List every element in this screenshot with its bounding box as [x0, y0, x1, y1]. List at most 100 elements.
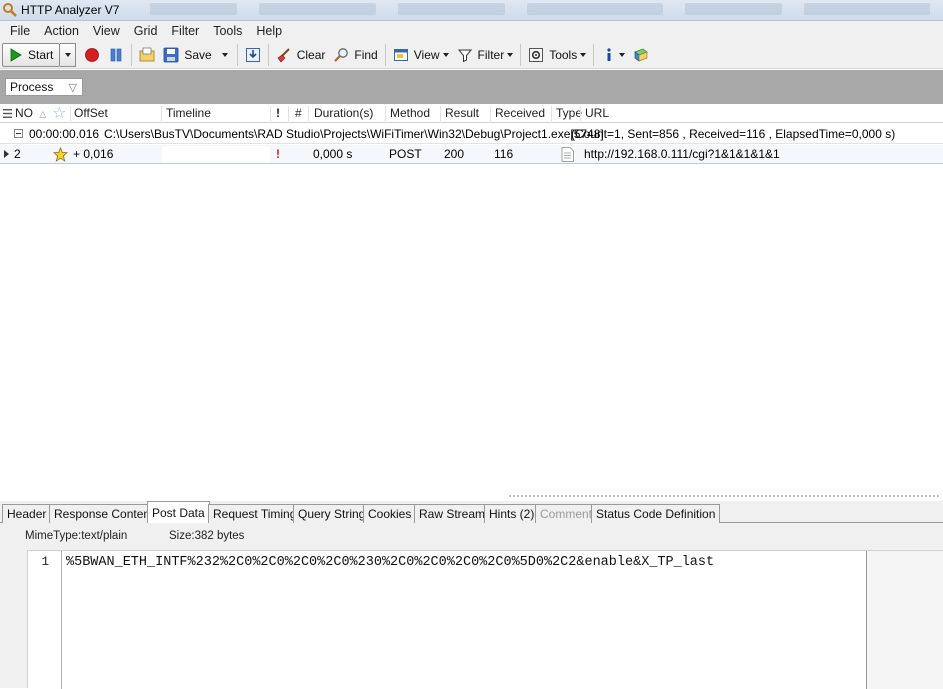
tab-query-string[interactable]: Query String	[293, 504, 371, 523]
chevron-down-icon	[580, 52, 587, 57]
column-divider	[440, 106, 441, 121]
view-layout-icon	[393, 48, 408, 61]
panel-splitter-handle[interactable]	[508, 494, 940, 498]
tab-post-data[interactable]: Post Data	[147, 501, 210, 524]
tab-request-timing[interactable]: Request Timing	[208, 504, 302, 523]
tab-status-code-definition[interactable]: Status Code Definition	[591, 504, 721, 523]
menu-bar: File Action View Grid Filter Tools Help	[0, 21, 943, 41]
column-header-number[interactable]: #	[295, 104, 302, 123]
process-filter-label: Process	[10, 80, 54, 94]
menu-file[interactable]: File	[3, 21, 37, 41]
cell-duration: 0,000 s	[313, 147, 353, 161]
save-button[interactable]: Save	[159, 43, 215, 67]
start-dropdown-button[interactable]	[60, 42, 77, 67]
start-button[interactable]: Start	[2, 42, 61, 67]
clear-button[interactable]: Clear	[272, 43, 330, 67]
chevron-down-icon	[442, 52, 449, 57]
info-button[interactable]	[597, 43, 629, 67]
column-header-duration[interactable]: Duration(s)	[314, 104, 373, 123]
column-header-no[interactable]: NO △	[15, 104, 46, 123]
pause-button[interactable]	[104, 43, 128, 67]
column-header-no-label: NO	[15, 106, 33, 120]
menu-action[interactable]: Action	[37, 21, 86, 41]
save-dropdown-button[interactable]	[216, 43, 234, 67]
post-data-editor[interactable]: 1 %5BWAN_ETH_INTF%232%2C0%2C0%2C0%2C0%23…	[27, 550, 943, 689]
process-filter-field[interactable]: Process ▽	[5, 78, 83, 96]
session-grid-header: NO △ ☆ OffSet Timeline ! # Duration(s) M…	[0, 104, 943, 123]
column-divider	[490, 106, 491, 121]
column-chooser-icon[interactable]	[3, 109, 12, 118]
cell-offset: + 0,016	[73, 147, 114, 161]
funnel-icon	[457, 49, 472, 62]
column-header-url[interactable]: URL	[585, 104, 609, 123]
record-button[interactable]	[80, 43, 104, 67]
post-data-content[interactable]: %5BWAN_ETH_INTF%232%2C0%2C0%2C0%2C0%230%…	[66, 555, 714, 570]
column-header-flag[interactable]: !	[276, 104, 280, 123]
record-icon	[85, 47, 100, 62]
chevron-down-icon	[64, 52, 71, 57]
toolbar-separator	[267, 43, 269, 66]
menu-tools[interactable]: Tools	[206, 21, 249, 41]
broom-icon	[277, 47, 290, 62]
export-button[interactable]	[241, 43, 265, 67]
size-label: Size:382 bytes	[169, 530, 245, 542]
group-process-path: C:\Users\BusTV\Documents\RAD Studio\Proj…	[104, 127, 604, 141]
tab-raw-stream[interactable]: Raw Stream	[414, 504, 491, 523]
tab-response-content[interactable]: Response Content	[49, 504, 159, 523]
filter-label: Filter	[477, 47, 505, 62]
group-stats: (Count=1, Sent=856 , Received=116 , Elap…	[571, 127, 896, 141]
title-bar: HTTP Analyzer V7	[0, 0, 943, 21]
column-header-timeline[interactable]: Timeline	[166, 104, 211, 123]
menu-help[interactable]: Help	[249, 21, 289, 41]
toolbar: Start Save Clear Find View Filter Tools	[0, 41, 943, 69]
toolbar-separator	[520, 43, 522, 66]
toolbar-separator	[131, 43, 133, 66]
column-header-result[interactable]: Result	[445, 104, 479, 123]
save-label: Save	[184, 47, 212, 62]
table-row[interactable]: 2 + 0,016 ! 0,000 s POST 200 116 http://…	[0, 145, 943, 164]
column-divider	[70, 106, 71, 121]
play-icon	[10, 47, 22, 62]
book-icon	[634, 48, 648, 62]
window-title: HTTP Analyzer V7	[21, 3, 120, 17]
group-time: 00:00:00.016	[29, 127, 100, 141]
cell-url: http://192.168.0.111/cgi?1&1&1&1&1	[584, 147, 780, 161]
editor-edge-line	[866, 551, 867, 689]
column-header-received[interactable]: Received	[495, 104, 545, 123]
editor-right-margin	[867, 551, 943, 689]
tools-label: Tools	[549, 47, 578, 62]
tab-header[interactable]: Header	[2, 504, 52, 523]
clear-label: Clear	[296, 47, 326, 62]
process-group-row[interactable]: 00:00:00.016 C:\Users\BusTV\Documents\RA…	[0, 124, 943, 144]
cell-received: 116	[494, 147, 514, 161]
start-label: Start	[28, 47, 54, 62]
menu-grid[interactable]: Grid	[127, 21, 165, 41]
column-header-method[interactable]: Method	[390, 104, 430, 123]
column-divider	[308, 106, 309, 121]
column-divider	[288, 106, 289, 121]
column-divider	[385, 106, 386, 121]
column-header-offset[interactable]: OffSet	[74, 104, 108, 123]
cell-no: 2	[14, 147, 21, 161]
star-icon[interactable]	[53, 147, 68, 162]
tools-menu-button[interactable]: Tools	[524, 43, 590, 67]
chevron-down-icon	[619, 52, 626, 57]
column-header-type[interactable]: Type	[556, 104, 582, 123]
star-column-icon[interactable]: ☆	[52, 104, 66, 123]
funnel-icon[interactable]: ▽	[69, 80, 77, 96]
view-label: View	[413, 47, 440, 62]
tab-hints[interactable]: Hints (2)	[484, 504, 540, 523]
open-button[interactable]	[135, 43, 159, 67]
menu-filter[interactable]: Filter	[164, 21, 206, 41]
help-book-button[interactable]	[629, 43, 653, 67]
tab-cookies[interactable]: Cookies	[363, 504, 417, 523]
cell-method: POST	[389, 147, 422, 161]
collapse-group-icon[interactable]	[14, 129, 23, 138]
view-menu-button[interactable]: View	[389, 43, 453, 67]
find-button[interactable]: Find	[329, 43, 381, 67]
tab-comment: Comment	[535, 504, 598, 523]
filter-menu-button[interactable]: Filter	[453, 43, 518, 67]
post-data-panel: MimeType:text/plain Size:382 bytes 1 %5B…	[0, 523, 943, 689]
menu-view[interactable]: View	[86, 21, 127, 41]
current-row-indicator-icon	[4, 150, 9, 158]
